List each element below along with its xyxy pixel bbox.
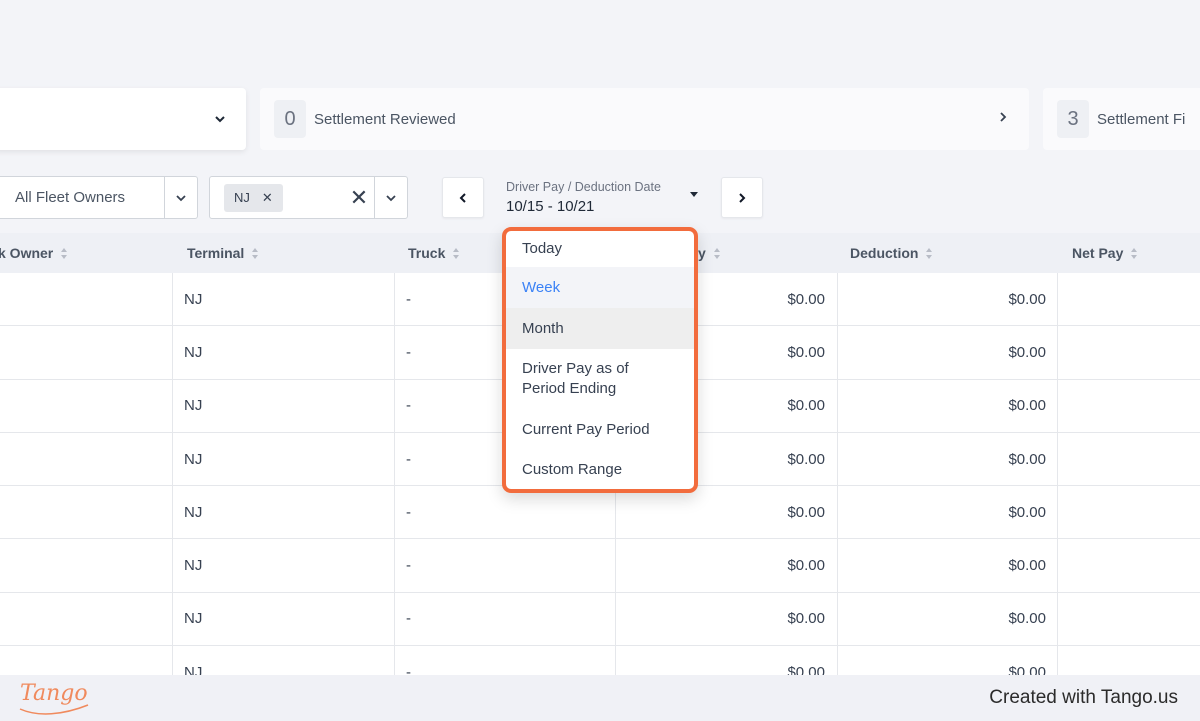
terminal-tag-label: NJ	[234, 190, 250, 205]
column-header-owner[interactable]: k Owner	[0, 233, 68, 273]
column-divider	[394, 273, 395, 675]
date-filter-label: Driver Pay / Deduction Date	[506, 180, 661, 194]
chevron-right-icon	[739, 192, 746, 203]
cell-deduction: $0.00	[1008, 290, 1046, 308]
cell-deduction: $0.00	[1008, 503, 1046, 521]
terminal-select[interactable]: NJ ✕ ✕	[209, 176, 408, 219]
sort-icon	[252, 247, 259, 259]
menu-item-driver-pay-as-of-period-ending[interactable]: Driver Pay as of Period Ending	[506, 349, 694, 409]
cell-terminal: NJ	[184, 557, 203, 575]
reviewed-label: Settlement Reviewed	[314, 110, 456, 128]
chevron-left-icon	[459, 192, 466, 203]
cell-pay: $0.00	[787, 663, 825, 675]
column-divider	[172, 273, 173, 675]
cell-pay: $0.00	[787, 290, 825, 308]
chevron-down-icon	[176, 194, 186, 201]
chevron-down-icon	[215, 116, 225, 123]
settlement-finalized-card[interactable]: 3 Settlement Fi	[1043, 88, 1200, 150]
cell-truck: -	[406, 343, 411, 361]
chevron-right-icon	[997, 110, 1009, 128]
cell-pay: $0.00	[787, 610, 825, 628]
sort-icon	[453, 247, 460, 259]
sort-icon	[61, 247, 68, 259]
cell-terminal: NJ	[184, 610, 203, 628]
next-period-button[interactable]	[721, 177, 763, 218]
table-row[interactable]: NJ - $0.00 $0.00	[0, 592, 1200, 647]
cell-deduction: $0.00	[1008, 557, 1046, 575]
date-range-menu: Today Week Month Driver Pay as of Period En…	[502, 227, 698, 493]
date-range-picker[interactable]: Driver Pay / Deduction Date 10/15 - 10/2…	[506, 180, 698, 215]
column-header-pay[interactable]: y	[698, 233, 721, 273]
sort-icon	[1131, 247, 1138, 259]
cell-terminal: NJ	[184, 397, 203, 415]
column-header-truck[interactable]: Truck	[408, 233, 460, 273]
cell-pay: $0.00	[787, 450, 825, 468]
caret-down-icon	[690, 192, 698, 197]
table-row[interactable]: NJ - $0.00 $0.00	[0, 539, 1200, 593]
fleet-owner-value: All Fleet Owners	[15, 189, 126, 206]
table-row[interactable]: NJ - $0.00 $0.00	[0, 646, 1200, 675]
status-select[interactable]	[0, 88, 246, 150]
previous-period-button[interactable]	[442, 177, 484, 218]
tango-credit: Created with Tango.us	[989, 687, 1178, 708]
sort-icon	[926, 247, 933, 259]
finalized-count: 3	[1057, 100, 1089, 138]
cell-deduction: $0.00	[1008, 343, 1046, 361]
cell-deduction: $0.00	[1008, 610, 1046, 628]
column-header-deduction[interactable]: Deduction	[850, 233, 933, 273]
menu-item-custom-range[interactable]: Custom Range	[506, 450, 694, 489]
cell-truck: -	[406, 397, 411, 415]
remove-tag-icon[interactable]: ✕	[262, 190, 273, 206]
finalized-label: Settlement Fi	[1097, 110, 1186, 128]
menu-item-month[interactable]: Month	[506, 308, 694, 349]
terminal-tag: NJ ✕	[224, 183, 283, 212]
cell-terminal: NJ	[184, 450, 203, 468]
cell-terminal: NJ	[184, 663, 203, 675]
column-header-net-pay[interactable]: Net Pay	[1072, 233, 1138, 273]
cell-deduction: $0.00	[1008, 450, 1046, 468]
logo-swash-icon	[19, 704, 89, 715]
cell-truck: -	[406, 450, 411, 468]
settlement-reviewed-card[interactable]: 0 Settlement Reviewed	[260, 88, 1029, 150]
column-divider	[1057, 273, 1058, 675]
terminal-dropdown-toggle[interactable]	[375, 177, 407, 218]
column-divider	[837, 273, 838, 675]
menu-item-today[interactable]: Today	[506, 231, 694, 267]
cell-pay: $0.00	[787, 503, 825, 521]
sort-icon	[713, 247, 721, 259]
cell-pay: $0.00	[787, 557, 825, 575]
cell-deduction: $0.00	[1008, 663, 1046, 675]
column-header-terminal[interactable]: Terminal	[187, 233, 259, 273]
fleet-owner-select[interactable]: All Fleet Owners	[0, 176, 198, 219]
app-stage: 0 Settlement Reviewed 3 Settlement Fi Al…	[0, 0, 1200, 675]
cell-pay: $0.00	[787, 343, 825, 361]
menu-item-week[interactable]: Week	[506, 267, 694, 308]
cell-truck: -	[406, 290, 411, 308]
table-row[interactable]: NJ - $0.00 $0.00	[0, 486, 1200, 540]
clear-selection-icon[interactable]: ✕	[344, 185, 374, 211]
chevron-down-icon	[386, 194, 396, 201]
cell-truck: -	[406, 503, 411, 521]
fleet-owner-dropdown-toggle[interactable]	[165, 177, 197, 218]
cell-terminal: NJ	[184, 343, 203, 361]
cell-terminal: NJ	[184, 503, 203, 521]
date-filter-value: 10/15 - 10/21	[506, 198, 595, 215]
cell-truck: -	[406, 663, 411, 675]
reviewed-count: 0	[274, 100, 306, 138]
cell-pay: $0.00	[787, 397, 825, 415]
menu-item-current-pay-period[interactable]: Current Pay Period	[506, 409, 694, 450]
cell-truck: -	[406, 610, 411, 628]
cell-terminal: NJ	[184, 290, 203, 308]
cell-deduction: $0.00	[1008, 397, 1046, 415]
tango-footer: Tango Created with Tango.us	[0, 675, 1200, 721]
cell-truck: -	[406, 557, 411, 575]
